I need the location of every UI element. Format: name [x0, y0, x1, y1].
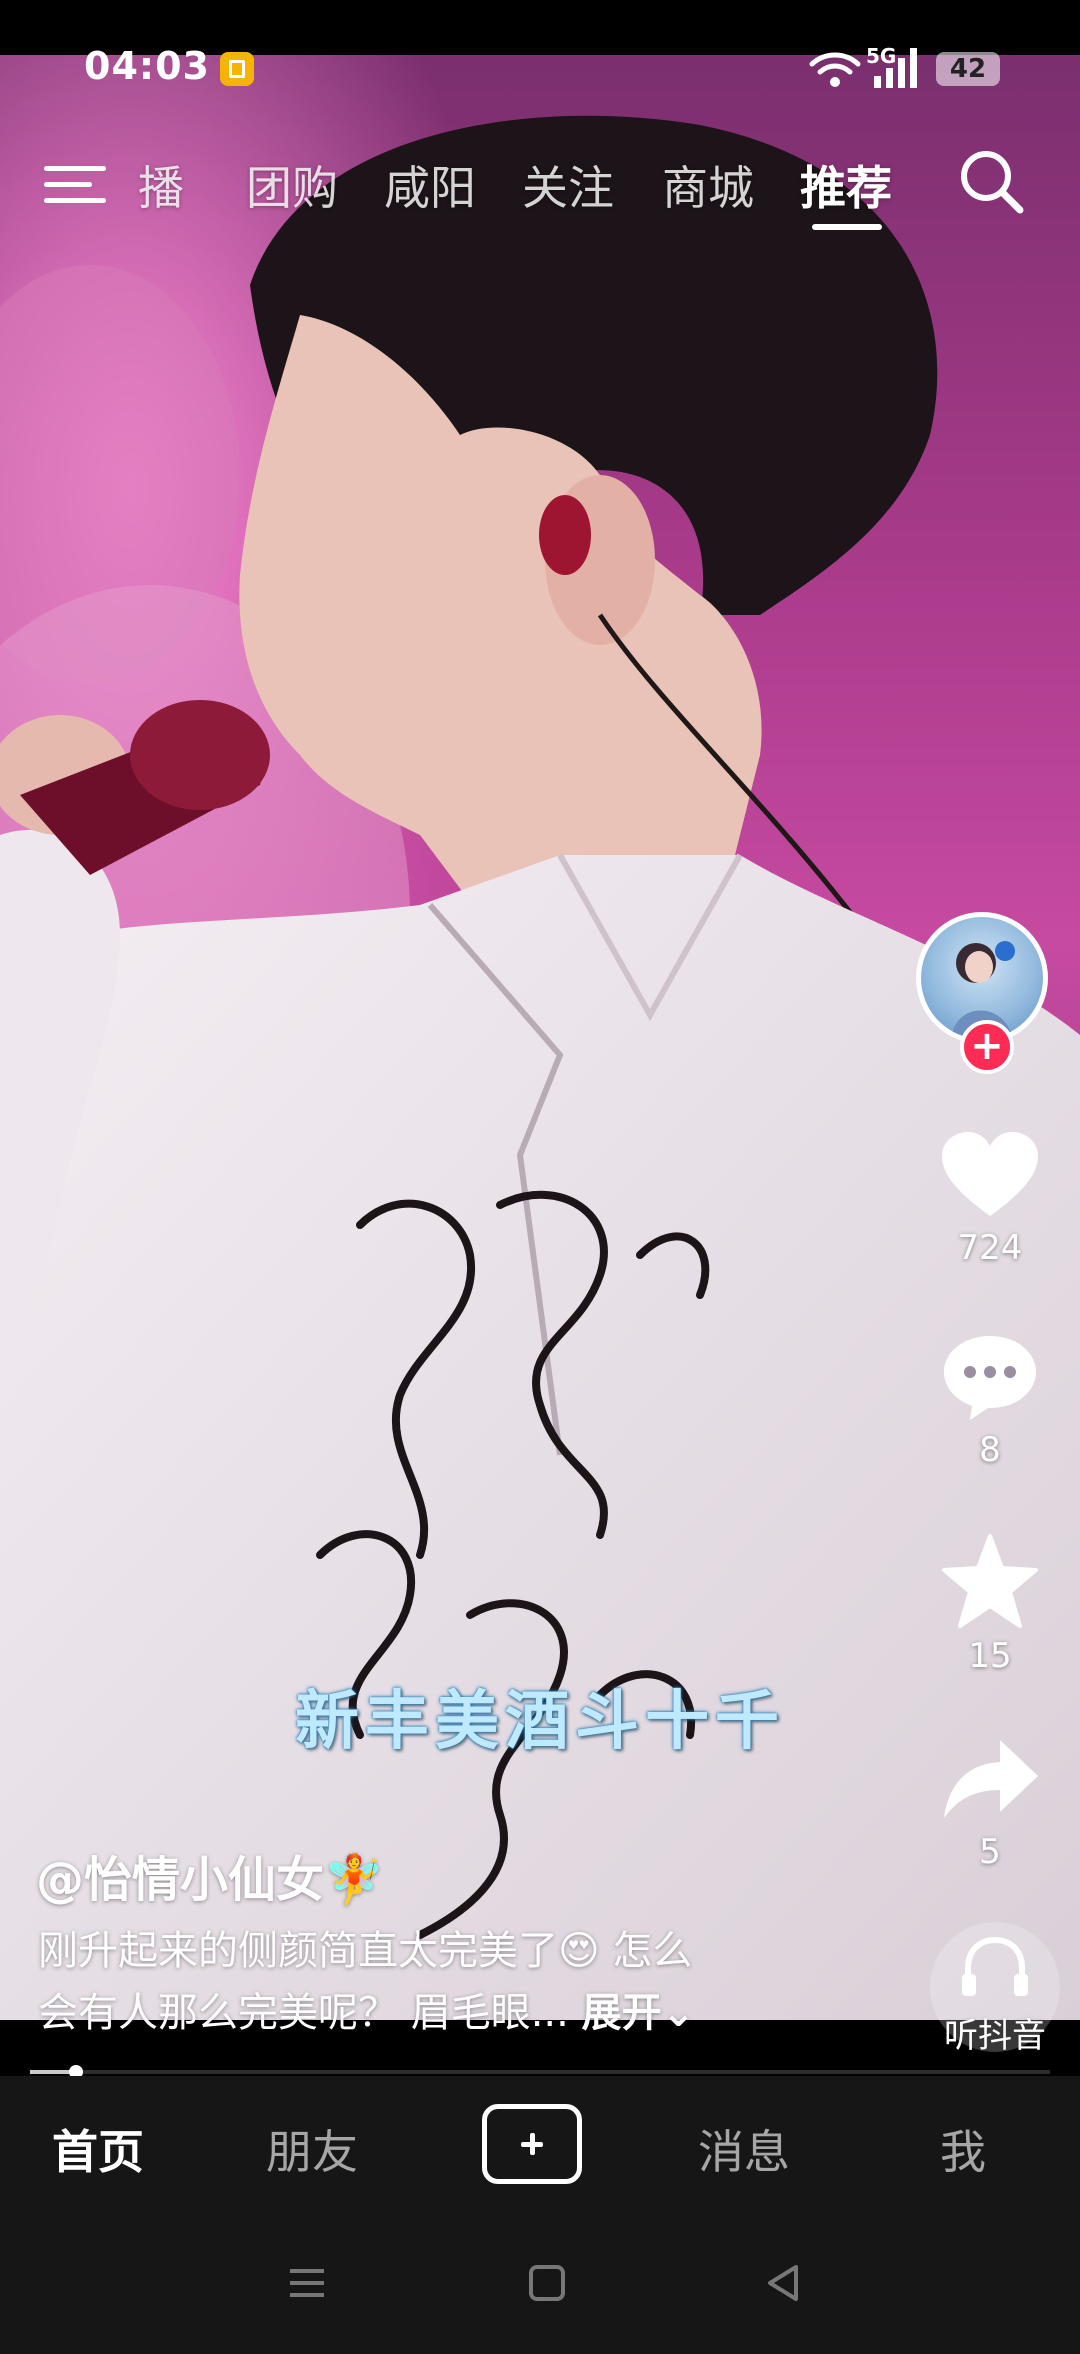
- video-progress-bar[interactable]: [30, 2065, 1050, 2079]
- battery-icon: 42: [936, 52, 1000, 86]
- status-time: 04:03: [84, 44, 210, 88]
- like-count: 724: [957, 1228, 1023, 1268]
- system-nav: [0, 2216, 1080, 2354]
- wifi-icon: [809, 52, 861, 87]
- expand-button[interactable]: 展开⌄: [582, 1990, 696, 2036]
- comment-count: 8: [979, 1430, 1001, 1470]
- tab-following[interactable]: 关注: [522, 152, 614, 218]
- nav-friends[interactable]: 朋友: [266, 2116, 358, 2182]
- share-icon: [944, 1740, 1038, 1818]
- star-icon: [942, 1534, 1038, 1628]
- favorite-button[interactable]: 15: [900, 1532, 1080, 1676]
- create-button[interactable]: [482, 2104, 582, 2184]
- tab-recommend[interactable]: 推荐: [800, 152, 892, 218]
- notification-icon: [220, 52, 254, 86]
- tab-live[interactable]: 播: [138, 152, 184, 218]
- bottom-nav: 首页 朋友 消息 我: [0, 2076, 1080, 2216]
- description-line-2: 会有人那么完美呢？ 眉毛眼... 展开⌄: [38, 1982, 818, 2044]
- listen-button[interactable]: 听抖音: [920, 1922, 1070, 2057]
- nav-home[interactable]: 首页: [52, 2116, 144, 2182]
- description-line-2-text: 会有人那么完美呢？ 眉毛眼...: [38, 1990, 582, 2036]
- headphones-icon: [962, 1936, 1028, 1996]
- share-count: 5: [979, 1832, 1001, 1872]
- post-description: 刚升起来的侧颜简直太完美了😍 怎么 会有人那么完美呢？ 眉毛眼... 展开⌄: [38, 1920, 818, 2044]
- signal-icon: [874, 48, 917, 88]
- tab-group-buy[interactable]: 团购: [246, 152, 338, 218]
- comment-button[interactable]: 8: [900, 1332, 1080, 1470]
- like-button[interactable]: 724: [900, 1130, 1080, 1268]
- search-icon[interactable]: [956, 146, 1026, 216]
- active-tab-indicator: [812, 224, 882, 230]
- favorite-count: 15: [968, 1636, 1012, 1676]
- tab-local[interactable]: 咸阳: [384, 152, 476, 218]
- status-bar: 04:03 5G 42: [0, 0, 1080, 140]
- app-screen: 04:03 5G 42 播 团购 咸阳 关注 商城 推荐 新丰美酒斗十千 + 7…: [0, 0, 1080, 2354]
- listen-bubble: [930, 1922, 1060, 2052]
- author-name[interactable]: @怡情小仙女🧚: [36, 1840, 384, 1910]
- comment-icon: [944, 1336, 1036, 1420]
- recent-apps-icon[interactable]: [286, 2262, 328, 2304]
- back-icon[interactable]: [762, 2262, 804, 2304]
- heart-icon: [942, 1132, 1038, 1216]
- nav-messages[interactable]: 消息: [698, 2116, 790, 2182]
- share-button[interactable]: 5: [900, 1734, 1080, 1872]
- home-icon[interactable]: [526, 2262, 568, 2304]
- follow-button[interactable]: +: [960, 1020, 1014, 1074]
- tab-mall[interactable]: 商城: [662, 152, 754, 218]
- top-nav: 播 团购 咸阳 关注 商城 推荐: [0, 140, 1080, 240]
- menu-icon[interactable]: [44, 152, 106, 203]
- description-line-1: 刚升起来的侧颜简直太完美了😍 怎么: [38, 1928, 693, 1974]
- nav-me[interactable]: 我: [940, 2116, 986, 2182]
